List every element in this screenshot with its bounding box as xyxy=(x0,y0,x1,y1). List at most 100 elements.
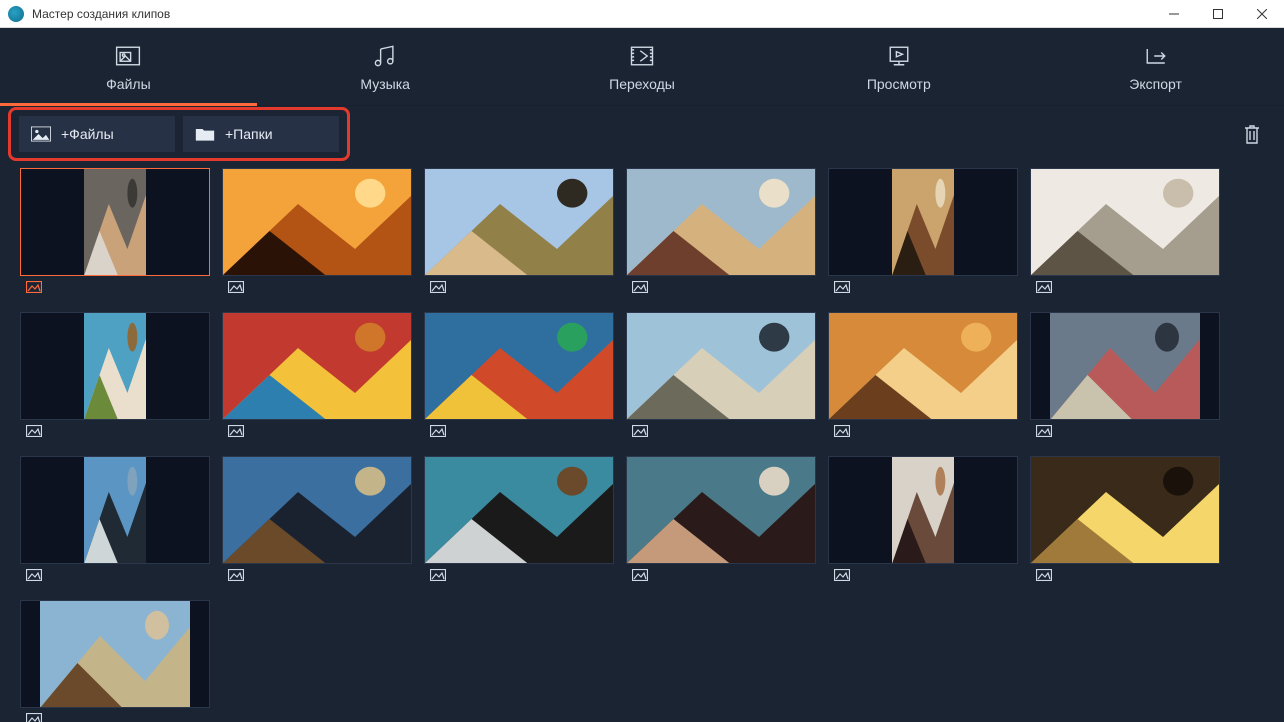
thumbnail-image xyxy=(222,168,412,276)
image-type-icon xyxy=(834,425,850,437)
close-button[interactable] xyxy=(1240,0,1284,28)
thumbnail-image xyxy=(424,312,614,420)
image-type-icon xyxy=(430,281,446,293)
thumbnail-image xyxy=(892,168,954,276)
image-type-icon xyxy=(1036,281,1052,293)
image-type-icon xyxy=(430,425,446,437)
gallery-tile[interactable] xyxy=(20,168,210,298)
preview-icon xyxy=(885,42,913,70)
tab-export[interactable]: Экспорт xyxy=(1027,28,1284,105)
thumbnail xyxy=(222,312,412,420)
thumbnail-image xyxy=(222,456,412,564)
thumbnail-type-strip xyxy=(626,276,816,298)
close-icon xyxy=(1257,9,1267,19)
thumbnail-image xyxy=(84,168,146,276)
image-type-icon xyxy=(26,425,42,437)
tab-label: Экспорт xyxy=(1129,76,1182,92)
thumbnail xyxy=(1030,456,1220,564)
gallery-tile[interactable] xyxy=(828,312,1018,442)
thumbnail-type-strip xyxy=(1030,276,1220,298)
thumbnail-type-strip xyxy=(20,420,210,442)
gallery-tile[interactable] xyxy=(828,456,1018,586)
app-icon xyxy=(8,6,24,22)
thumbnail xyxy=(828,456,1018,564)
thumbnail xyxy=(424,312,614,420)
gallery-tile[interactable] xyxy=(1030,312,1220,442)
gallery-tile[interactable] xyxy=(424,456,614,586)
thumbnail-type-strip xyxy=(424,276,614,298)
thumbnail-image xyxy=(1030,456,1220,564)
tab-files[interactable]: Файлы xyxy=(0,28,257,105)
add-folders-button[interactable]: +Папки xyxy=(183,116,339,152)
thumbnail xyxy=(20,312,210,420)
image-type-icon xyxy=(26,569,42,581)
gallery-tile[interactable] xyxy=(222,168,412,298)
thumbnail-type-strip xyxy=(424,564,614,586)
thumbnail-image xyxy=(84,456,146,564)
gallery-scroll[interactable] xyxy=(0,162,1284,722)
export-icon xyxy=(1142,42,1170,70)
thumbnail xyxy=(1030,312,1220,420)
thumbnail-type-strip xyxy=(1030,420,1220,442)
image-type-icon xyxy=(632,425,648,437)
maximize-button[interactable] xyxy=(1196,0,1240,28)
thumbnail xyxy=(20,168,210,276)
gallery xyxy=(20,168,1264,722)
gallery-tile[interactable] xyxy=(828,168,1018,298)
image-type-icon xyxy=(834,569,850,581)
image-type-icon xyxy=(1036,425,1052,437)
thumbnail xyxy=(828,312,1018,420)
tab-transitions[interactable]: Переходы xyxy=(514,28,771,105)
gallery-tile[interactable] xyxy=(424,312,614,442)
thumbnail xyxy=(626,168,816,276)
add-files-button[interactable]: +Файлы xyxy=(19,116,175,152)
thumbnail xyxy=(626,312,816,420)
thumbnail xyxy=(20,456,210,564)
thumbnail xyxy=(1030,168,1220,276)
thumbnail-image xyxy=(40,600,190,708)
gallery-tile[interactable] xyxy=(626,168,816,298)
gallery-tile[interactable] xyxy=(20,456,210,586)
thumbnail-type-strip xyxy=(828,564,1018,586)
thumbnail-image xyxy=(892,456,954,564)
transitions-icon xyxy=(628,42,656,70)
image-type-icon xyxy=(228,569,244,581)
tab-music[interactable]: Музыка xyxy=(257,28,514,105)
thumbnail-type-strip xyxy=(20,564,210,586)
gallery-tile[interactable] xyxy=(222,456,412,586)
image-icon xyxy=(31,126,51,142)
tab-label: Переходы xyxy=(609,76,675,92)
thumbnail-image xyxy=(1030,168,1220,276)
thumbnail xyxy=(424,456,614,564)
tab-preview[interactable]: Просмотр xyxy=(770,28,1027,105)
thumbnail-image xyxy=(626,456,816,564)
image-type-icon xyxy=(834,281,850,293)
toolbar: +Файлы +Папки xyxy=(0,106,1284,162)
trash-icon[interactable] xyxy=(1242,123,1262,145)
thumbnail-type-strip xyxy=(222,564,412,586)
thumbnail xyxy=(626,456,816,564)
gallery-tile[interactable] xyxy=(626,456,816,586)
thumbnail-type-strip xyxy=(222,276,412,298)
gallery-tile[interactable] xyxy=(20,312,210,442)
gallery-tile[interactable] xyxy=(424,168,614,298)
image-type-icon xyxy=(228,425,244,437)
image-type-icon xyxy=(26,281,42,293)
app-window: Мастер создания клипов Файлы Музыка Пере xyxy=(0,0,1284,722)
gallery-tile[interactable] xyxy=(222,312,412,442)
gallery-tile[interactable] xyxy=(626,312,816,442)
music-icon xyxy=(371,42,399,70)
thumbnail-image xyxy=(222,312,412,420)
thumbnail-image xyxy=(84,312,146,420)
thumbnail-type-strip xyxy=(1030,564,1220,586)
image-type-icon xyxy=(26,713,42,722)
add-buttons-highlight: +Файлы +Папки xyxy=(8,107,350,161)
thumbnail-type-strip xyxy=(20,708,210,722)
thumbnail-type-strip xyxy=(828,420,1018,442)
gallery-tile[interactable] xyxy=(20,600,210,722)
minimize-button[interactable] xyxy=(1152,0,1196,28)
gallery-tile[interactable] xyxy=(1030,456,1220,586)
gallery-tile[interactable] xyxy=(1030,168,1220,298)
thumbnail xyxy=(222,456,412,564)
thumbnail-type-strip xyxy=(626,564,816,586)
